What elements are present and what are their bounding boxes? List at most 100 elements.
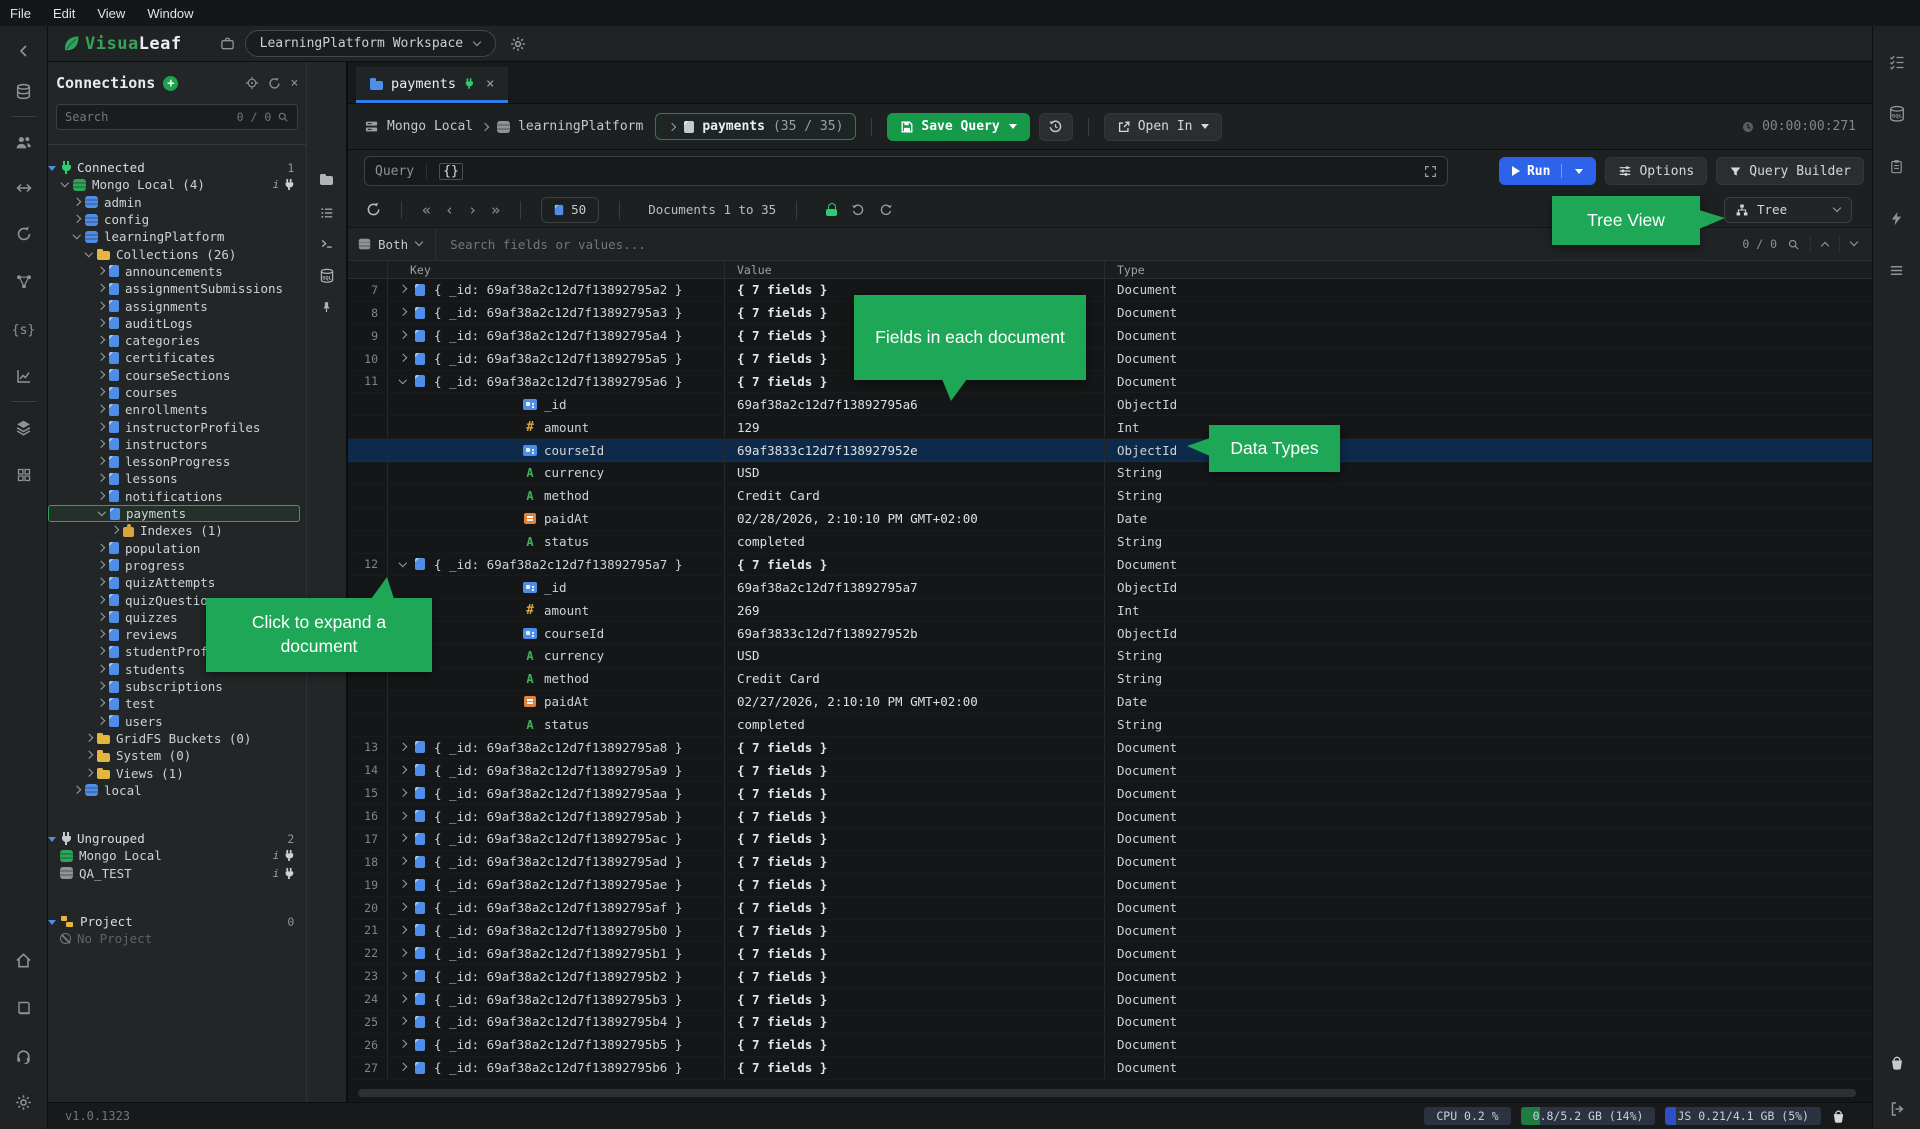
- value-cell[interactable]: 269: [725, 599, 1105, 621]
- sql-icon[interactable]: [319, 268, 335, 284]
- menu-view[interactable]: View: [97, 6, 125, 21]
- logout-icon[interactable]: [1873, 1089, 1920, 1129]
- horizontal-scrollbar[interactable]: [358, 1089, 1856, 1097]
- table-row[interactable]: courseId 69af3833c12d7f138927952e Object…: [348, 439, 1872, 462]
- table-row[interactable]: 12 { _id: 69af38a2c12d7f13892795a7 } { 7…: [348, 554, 1872, 577]
- table-row[interactable]: status completed String: [348, 714, 1872, 737]
- row-expand-icon[interactable]: [398, 857, 407, 866]
- list-icon[interactable]: [320, 206, 334, 220]
- value-cell[interactable]: { 7 fields }: [725, 828, 1105, 850]
- tree-expand-icon[interactable]: [48, 834, 57, 843]
- table-row[interactable]: _id 69af38a2c12d7f13892795a7 ObjectId: [348, 576, 1872, 599]
- tree-item[interactable]: quizAttempts i: [48, 574, 300, 591]
- tree-item[interactable]: categories i: [48, 332, 300, 349]
- tree-expand-icon[interactable]: [84, 751, 93, 760]
- row-expand-icon[interactable]: [398, 377, 407, 386]
- close-tab-icon[interactable]: ×: [486, 76, 494, 92]
- row-expand-icon[interactable]: [398, 949, 407, 958]
- page-size-box[interactable]: 50: [541, 197, 599, 223]
- value-cell[interactable]: { 7 fields }: [725, 920, 1105, 942]
- prev-page-button[interactable]: ‹: [445, 201, 454, 219]
- tree-item[interactable]: subscriptions i: [48, 678, 300, 695]
- sidebar-search[interactable]: 0 / 0: [56, 104, 298, 130]
- menu-file[interactable]: File: [10, 6, 31, 21]
- next-match-button[interactable]: [1850, 240, 1858, 248]
- tree-item[interactable]: QA_TEST i: [48, 865, 300, 882]
- tree-expand-icon[interactable]: [96, 440, 105, 449]
- scripts-icon[interactable]: {s}: [0, 313, 48, 347]
- table-row[interactable]: 13 { _id: 69af38a2c12d7f13892795a8 } { 7…: [348, 737, 1872, 760]
- connections-icon[interactable]: [0, 74, 48, 108]
- tree-item[interactable]: Mongo Local i: [48, 847, 300, 864]
- tree-item[interactable]: test i: [48, 695, 300, 712]
- table-row[interactable]: 7 { _id: 69af38a2c12d7f13892795a2 } { 7 …: [348, 279, 1872, 302]
- value-cell[interactable]: { 7 fields }: [725, 1011, 1105, 1033]
- value-cell[interactable]: { 7 fields }: [725, 1034, 1105, 1056]
- layers-icon[interactable]: [0, 410, 48, 444]
- refresh-connections-icon[interactable]: [268, 77, 281, 90]
- value-cell[interactable]: { 7 fields }: [725, 805, 1105, 827]
- row-expand-icon[interactable]: [398, 1040, 407, 1049]
- table-row[interactable]: paidAt 02/28/2026, 2:10:10 PM GMT+02:00 …: [348, 508, 1872, 531]
- tree-item[interactable]: lessonProgress i: [48, 453, 300, 470]
- tree-expand-icon[interactable]: [97, 509, 106, 518]
- add-connection-button[interactable]: +: [163, 76, 178, 91]
- value-cell[interactable]: { 7 fields }: [725, 874, 1105, 896]
- table-row[interactable]: amount 129 Int: [348, 416, 1872, 439]
- tree-item[interactable]: learningPlatform i: [48, 228, 300, 245]
- tree-expand-icon[interactable]: [60, 180, 69, 189]
- collapse-sidebar-icon[interactable]: [0, 34, 48, 68]
- value-cell[interactable]: completed: [725, 531, 1105, 553]
- row-expand-icon[interactable]: [398, 812, 407, 821]
- table-row[interactable]: 9 { _id: 69af38a2c12d7f13892795a4 } { 7 …: [348, 325, 1872, 348]
- tree-expand-icon[interactable]: [84, 734, 93, 743]
- value-cell[interactable]: { 7 fields }: [725, 851, 1105, 873]
- locate-icon[interactable]: [245, 76, 259, 90]
- table-row[interactable]: 21 { _id: 69af38a2c12d7f13892795b0 } { 7…: [348, 920, 1872, 943]
- query-value[interactable]: {}: [439, 163, 463, 180]
- table-row[interactable]: 20 { _id: 69af38a2c12d7f13892795af } { 7…: [348, 897, 1872, 920]
- row-expand-icon[interactable]: [398, 308, 407, 317]
- table-row[interactable]: currency USD String: [348, 645, 1872, 668]
- tree-expand-icon[interactable]: [84, 769, 93, 778]
- tree-expand-icon[interactable]: [96, 682, 105, 691]
- tree-item[interactable]: config i: [48, 211, 300, 228]
- tree-expand-icon[interactable]: [96, 457, 105, 466]
- tree-item[interactable]: Mongo Local (4) i: [48, 176, 300, 193]
- table-row[interactable]: 24 { _id: 69af38a2c12d7f13892795b3 } { 7…: [348, 988, 1872, 1011]
- close-panel-icon[interactable]: ×: [290, 76, 298, 91]
- value-cell[interactable]: { 7 fields }: [725, 897, 1105, 919]
- value-cell[interactable]: Credit Card: [725, 485, 1105, 507]
- workspace-settings-icon[interactable]: [510, 36, 526, 52]
- value-cell[interactable]: { 7 fields }: [725, 942, 1105, 964]
- table-row[interactable]: 23 { _id: 69af38a2c12d7f13892795b2 } { 7…: [348, 965, 1872, 988]
- sidebar-search-input[interactable]: [65, 110, 231, 124]
- tree-expand-icon[interactable]: [96, 284, 105, 293]
- tree-item[interactable]: local i: [48, 782, 300, 799]
- table-row[interactable]: method Credit Card String: [348, 485, 1872, 508]
- row-expand-icon[interactable]: [398, 285, 407, 294]
- prev-match-button[interactable]: [1821, 240, 1829, 248]
- table-row[interactable]: 11 { _id: 69af38a2c12d7f13892795a6 } { 7…: [348, 371, 1872, 394]
- value-cell[interactable]: { 7 fields }: [725, 988, 1105, 1010]
- row-expand-icon[interactable]: [398, 560, 407, 569]
- row-expand-icon[interactable]: [398, 331, 407, 340]
- undo-icon[interactable]: [851, 203, 865, 217]
- tree-expand-icon[interactable]: [96, 596, 105, 605]
- performance-icon[interactable]: [1873, 192, 1920, 244]
- options-button[interactable]: Options: [1605, 157, 1707, 185]
- table-row[interactable]: 10 { _id: 69af38a2c12d7f13892795a5 } { 7…: [348, 348, 1872, 371]
- tree-expand-icon[interactable]: [96, 353, 105, 362]
- search-mode-dropdown[interactable]: Both: [348, 228, 436, 260]
- tree-expand-icon[interactable]: [96, 474, 105, 483]
- table-row[interactable]: status completed String: [348, 531, 1872, 554]
- transfer-icon[interactable]: [0, 171, 48, 205]
- value-cell[interactable]: { 7 fields }: [725, 554, 1105, 576]
- docs-icon[interactable]: [0, 991, 48, 1025]
- row-expand-icon[interactable]: [398, 766, 407, 775]
- table-row[interactable]: 8 { _id: 69af38a2c12d7f13892795a3 } { 7 …: [348, 302, 1872, 325]
- table-row[interactable]: 15 { _id: 69af38a2c12d7f13892795aa } { 7…: [348, 782, 1872, 805]
- pin-icon[interactable]: [320, 301, 333, 314]
- tree-item[interactable]: instructorProfiles i: [48, 418, 300, 435]
- row-expand-icon[interactable]: [398, 880, 407, 889]
